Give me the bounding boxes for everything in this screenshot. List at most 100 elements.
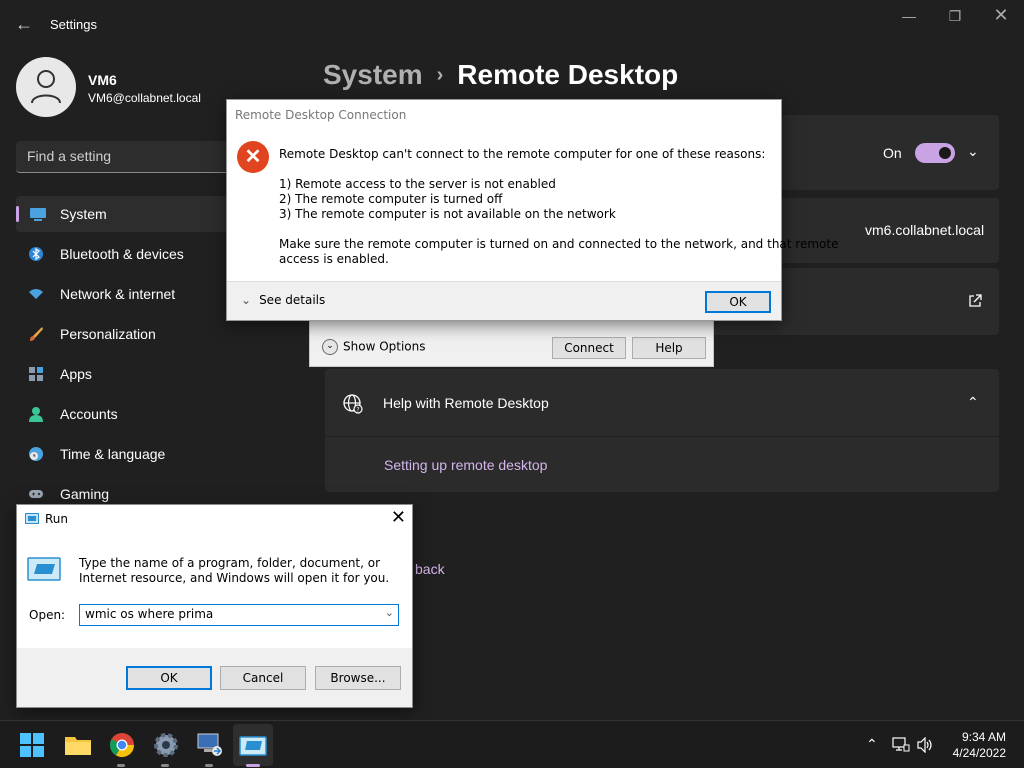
back-arrow-icon[interactable]: ←	[12, 12, 36, 36]
chevron-down-icon[interactable]: ⌄	[967, 143, 979, 160]
avatar	[16, 57, 76, 117]
error-message: Remote Desktop can't connect to the remo…	[279, 147, 766, 161]
search-input[interactable]	[27, 148, 227, 164]
apps-icon	[29, 367, 43, 381]
breadcrumb: System › Remote Desktop	[323, 59, 678, 91]
error-reason: 3) The remote computer is not available …	[279, 207, 616, 221]
error-advice: access is enabled.	[279, 252, 389, 266]
rdc-window: ⌄ Show Options Connect Help	[309, 320, 714, 367]
sidebar-item-label: Accounts	[60, 406, 118, 422]
bluetooth-icon	[29, 247, 43, 261]
wifi-icon	[29, 289, 43, 299]
sidebar-item-bluetooth[interactable]: Bluetooth & devices	[16, 236, 236, 272]
open-label: Open:	[29, 608, 66, 622]
run-icon[interactable]	[239, 733, 267, 761]
sidebar-item-apps[interactable]: Apps	[16, 356, 236, 392]
sidebar-item-label: Time & language	[60, 446, 166, 462]
volume-icon[interactable]	[916, 737, 934, 753]
connect-button[interactable]: Connect	[552, 337, 626, 359]
maximize-icon[interactable]: ❐	[932, 8, 978, 26]
error-reason: 1) Remote access to the server is not en…	[279, 177, 556, 191]
see-details-label: See details	[259, 293, 326, 307]
user-email: VM6@collabnet.local	[88, 91, 201, 105]
cancel-button[interactable]: Cancel	[220, 666, 306, 690]
remote-desktop-icon[interactable]	[196, 731, 224, 759]
chevron-down-icon[interactable]: ⌄	[385, 606, 394, 619]
see-details-toggle[interactable]: ⌄ See details	[241, 293, 325, 307]
sidebar-item-label: Gaming	[60, 486, 110, 502]
user-name: VM6	[88, 72, 117, 88]
sidebar-item-network[interactable]: Network & internet	[16, 276, 236, 312]
person-icon	[29, 407, 43, 422]
monitor-icon	[30, 208, 46, 221]
dialog-title: Remote Desktop Connection	[235, 108, 407, 122]
minimize-icon[interactable]: —	[886, 8, 932, 26]
feedback-link[interactable]: back	[415, 561, 445, 577]
chevron-down-circle-icon: ⌄	[322, 339, 338, 355]
dialog-footer: OK Cancel Browse...	[17, 648, 412, 707]
page-title: Remote Desktop	[457, 59, 679, 90]
error-reason: 2) The remote computer is turned off	[279, 192, 503, 206]
external-link-icon[interactable]	[968, 294, 982, 308]
chrome-icon[interactable]	[108, 731, 136, 759]
show-hidden-icons-chevron-icon[interactable]: ⌃	[866, 736, 878, 753]
ok-button[interactable]: OK	[126, 666, 212, 690]
gamepad-icon	[29, 490, 43, 498]
close-icon[interactable]: ✕	[391, 507, 406, 528]
toggle-state-label: On	[883, 145, 902, 161]
taskbar: ⌃ 9:34 AM 4/24/2022	[0, 720, 1024, 768]
setting-up-remote-desktop-link[interactable]: Setting up remote desktop	[384, 457, 547, 473]
run-icon	[25, 513, 39, 524]
search-box[interactable]	[16, 141, 246, 173]
sidebar-item-system[interactable]: System	[16, 196, 236, 232]
chevron-up-icon[interactable]: ⌃	[967, 394, 979, 411]
settings-gear-icon[interactable]	[152, 731, 180, 759]
error-advice: Make sure the remote computer is turned …	[279, 237, 839, 251]
browse-button[interactable]: Browse...	[315, 666, 401, 690]
help-title: Help with Remote Desktop	[383, 395, 549, 411]
app-active-indicator	[246, 764, 260, 767]
sidebar-item-label: Apps	[60, 366, 92, 382]
open-input[interactable]	[85, 607, 375, 621]
globe-icon: ?	[343, 394, 363, 414]
ok-button[interactable]: OK	[705, 291, 771, 313]
chevron-down-icon: ⌄	[241, 293, 252, 307]
sidebar-item-time-language[interactable]: Time & language	[16, 436, 236, 472]
run-dialog: Run ✕ Type the name of a program, folder…	[16, 504, 413, 708]
clock-date[interactable]: 4/24/2022	[940, 746, 1006, 760]
sidebar-item-accounts[interactable]: Accounts	[16, 396, 236, 432]
run-description: Type the name of a program, folder, docu…	[79, 556, 390, 585]
settings-titlebar: ← Settings — ❐ ✕	[0, 0, 1024, 48]
start-icon[interactable]	[20, 733, 44, 757]
clock-globe-icon	[29, 447, 43, 461]
show-options-button[interactable]: ⌄ Show Options	[322, 339, 426, 355]
error-icon: ✕	[237, 141, 269, 173]
app-running-indicator	[205, 764, 213, 767]
sidebar-item-label: Personalization	[60, 326, 156, 342]
breadcrumb-separator: ›	[436, 64, 444, 86]
svg-text:?: ?	[356, 407, 359, 414]
sidebar-item-label: Network & internet	[60, 286, 176, 302]
run-large-icon	[27, 557, 61, 581]
breadcrumb-parent[interactable]: System	[323, 59, 423, 90]
app-running-indicator	[161, 764, 169, 767]
app-running-indicator	[117, 764, 125, 767]
open-combobox[interactable]: ⌄	[79, 604, 399, 626]
active-indicator	[16, 206, 19, 222]
sidebar-item-personalization[interactable]: Personalization	[16, 316, 236, 352]
remote-desktop-toggle[interactable]	[915, 143, 955, 163]
clock-time[interactable]: 9:34 AM	[940, 730, 1006, 744]
help-button[interactable]: Help	[632, 337, 706, 359]
pc-name-value: vm6.collabnet.local	[865, 222, 985, 238]
close-icon[interactable]: ✕	[978, 5, 1024, 25]
dialog-footer: ⌄ See details OK	[227, 281, 781, 320]
sidebar-item-label: System	[60, 206, 107, 222]
rdc-error-dialog: Remote Desktop Connection ✕ Remote Deskt…	[226, 99, 838, 321]
show-options-label: Show Options	[343, 339, 426, 354]
network-icon[interactable]	[892, 737, 910, 753]
sidebar-item-label: Bluetooth & devices	[60, 246, 184, 262]
file-explorer-icon[interactable]	[64, 731, 92, 759]
app-title: Settings	[50, 17, 97, 32]
toggle-knob	[939, 147, 951, 159]
dialog-title: Run	[45, 512, 69, 526]
